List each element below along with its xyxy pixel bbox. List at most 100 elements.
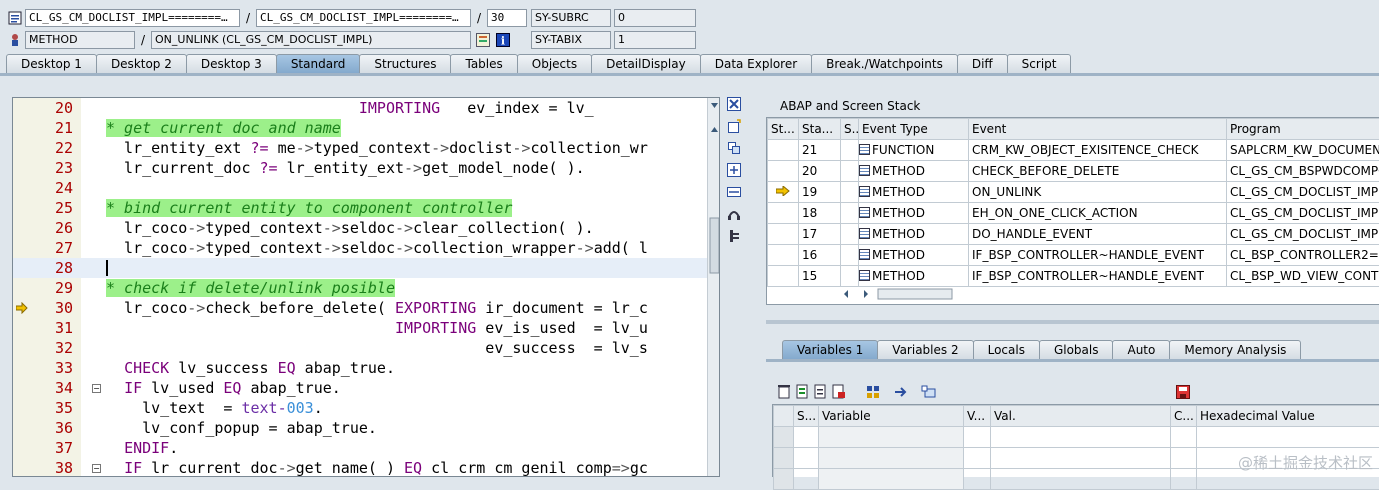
line-number: 25: [33, 198, 73, 218]
stack-row[interactable]: 15METHODIF_BSP_CONTROLLER~HANDLE_EVENTCL…: [768, 266, 1379, 287]
tab-script[interactable]: Script: [1007, 54, 1072, 74]
sysvar-value-field[interactable]: 0: [614, 9, 696, 27]
new-tool-icon[interactable]: [727, 119, 741, 133]
event-kind-field[interactable]: METHOD: [25, 31, 135, 49]
code-line[interactable]: 37 ENDIF.: [13, 438, 707, 458]
row-selector[interactable]: [774, 448, 794, 469]
tab-locals[interactable]: Locals: [973, 340, 1040, 360]
tab-break-watchpoints[interactable]: Break./Watchpoints: [811, 54, 958, 74]
variables-row[interactable]: [774, 427, 1379, 448]
code-line[interactable]: 29* check if delete/unlink posible: [13, 278, 707, 298]
desktop-tabs: Desktop 1Desktop 2Desktop 3StandardStruc…: [6, 54, 1070, 74]
stack-event-cell: CRM_KW_OBJECT_EXISITENCE_CHECK: [969, 140, 1227, 161]
stack-column-header[interactable]: Program: [1227, 119, 1379, 140]
maximize-icon[interactable]: [727, 163, 741, 177]
code-line[interactable]: 22 lr_entity_ext ?= me->typed_context->d…: [13, 138, 707, 158]
tab-variables-1[interactable]: Variables 1: [782, 340, 878, 360]
settings-icon[interactable]: [727, 229, 741, 243]
code-line[interactable]: 26 lr_coco->typed_context->seldoc->clear…: [13, 218, 707, 238]
variables-cell: [794, 448, 819, 469]
tab-data-explorer[interactable]: Data Explorer: [700, 54, 812, 74]
navigate-source-icon[interactable]: [476, 33, 490, 47]
event-name-field[interactable]: ON_UNLINK (CL_GS_CM_DOCLIST_IMPL): [151, 31, 471, 49]
source-code-editor[interactable]: 20 IMPORTING ev_index = lv_21* get curre…: [12, 97, 720, 477]
splitter[interactable]: [766, 320, 1379, 324]
row-selector[interactable]: [774, 427, 794, 448]
stack-column-header[interactable]: S...: [841, 119, 859, 140]
close-icon[interactable]: [727, 97, 741, 111]
stack-row[interactable]: 18METHODEH_ON_ONE_CLICK_ACTIONCL_GS_CM_D…: [768, 203, 1379, 224]
tab-tables[interactable]: Tables: [450, 54, 517, 74]
code-line[interactable]: 38 IF lr_current_doc->get_name( ) EQ cl_…: [13, 458, 707, 477]
line-number-field[interactable]: 30: [487, 9, 527, 27]
stack-row[interactable]: 21FUNCTIONCRM_KW_OBJECT_EXISITENCE_CHECK…: [768, 140, 1379, 161]
stack-column-header[interactable]: Event: [969, 119, 1227, 140]
sysvar-value-field[interactable]: 1: [614, 31, 696, 49]
tab-desktop-2[interactable]: Desktop 2: [96, 54, 187, 74]
stack-level-cell: 20: [799, 161, 841, 182]
variables-column-header[interactable]: V...: [964, 406, 991, 427]
variables-column-header[interactable]: Val.: [991, 406, 1171, 427]
tab-objects[interactable]: Objects: [517, 54, 592, 74]
fold-toggle-icon[interactable]: −: [92, 384, 101, 393]
watermark: @稀土掘金技术社区: [1238, 452, 1373, 473]
code-line[interactable]: 34 IF lv_used EQ abap_true.−: [13, 378, 707, 398]
variables-column-header[interactable]: Variable: [819, 406, 964, 427]
sysvar-name-field[interactable]: SY-TABIX: [531, 31, 611, 49]
stack-horizontal-scrollbar[interactable]: [842, 286, 972, 302]
services-icon[interactable]: [727, 207, 741, 221]
tab-desktop-3[interactable]: Desktop 3: [186, 54, 277, 74]
event-type-icon: [859, 165, 870, 176]
tab-auto[interactable]: Auto: [1112, 340, 1170, 360]
code-line[interactable]: 31 IMPORTING ev_is_used = lv_u: [13, 318, 707, 338]
main-program-field[interactable]: CL_GS_CM_DOCLIST_IMPL========…: [25, 9, 240, 27]
code-line[interactable]: 28: [13, 258, 707, 278]
fold-toggle-icon[interactable]: −: [92, 464, 101, 473]
stack-row[interactable]: 17METHODDO_HANDLE_EVENTCL_GS_CM_DOCLIST_…: [768, 224, 1379, 245]
save-icon[interactable]: [1176, 385, 1190, 399]
stack-row[interactable]: 20METHODCHECK_BEFORE_DELETECL_GS_CM_BSPW…: [768, 161, 1379, 182]
row-selector[interactable]: [774, 469, 794, 490]
stack-row[interactable]: 19METHODON_UNLINKCL_GS_CM_DOCLIST_IMPL=: [768, 182, 1379, 203]
info-icon[interactable]: i: [496, 33, 510, 47]
stack-column-header[interactable]: St...: [768, 119, 799, 140]
stack-column-header[interactable]: Sta...: [799, 119, 841, 140]
swap-tool-icon[interactable]: [727, 141, 741, 155]
code-line[interactable]: 27 lr_coco->typed_context->seldoc->colle…: [13, 238, 707, 258]
editor-vertical-scrollbar[interactable]: [707, 98, 720, 476]
variables-cell[interactable]: [819, 427, 964, 448]
tab-globals[interactable]: Globals: [1039, 340, 1114, 360]
line-number: 26: [33, 218, 73, 238]
code-line[interactable]: 23 lr_current_doc ?= lr_entity_ext->get_…: [13, 158, 707, 178]
code-line[interactable]: 36 lv_conf_popup = abap_true.: [13, 418, 707, 438]
code-line[interactable]: 24: [13, 178, 707, 198]
include-field[interactable]: CL_GS_CM_DOCLIST_IMPL========…: [256, 9, 471, 27]
stack-row[interactable]: 16METHODIF_BSP_CONTROLLER~HANDLE_EVENTCL…: [768, 245, 1379, 266]
code-text: IMPORTING ev_index = lv_: [106, 98, 594, 118]
code-line[interactable]: 33 CHECK lv_success EQ abap_true.: [13, 358, 707, 378]
tab-detaildisplay[interactable]: DetailDisplay: [591, 54, 701, 74]
code-line[interactable]: 32 ev_success = lv_s: [13, 338, 707, 358]
code-line[interactable]: 35 lv_text = text-003.: [13, 398, 707, 418]
variables-cell[interactable]: [819, 448, 964, 469]
code-line[interactable]: 21* get current doc and name: [13, 118, 707, 138]
variables-cell[interactable]: [819, 469, 964, 490]
variables-column-header[interactable]: Hexadecimal Value: [1197, 406, 1379, 427]
variables-column-header[interactable]: C...: [1171, 406, 1197, 427]
resize-icon[interactable]: [727, 185, 741, 199]
code-line[interactable]: 25* bind current entity to component con…: [13, 198, 707, 218]
tab-structures[interactable]: Structures: [359, 54, 451, 74]
tab-desktop-1[interactable]: Desktop 1: [6, 54, 97, 74]
stack-column-header[interactable]: Event Type: [859, 119, 969, 140]
stack-event-cell: CHECK_BEFORE_DELETE: [969, 161, 1227, 182]
variables-column-header[interactable]: S...: [794, 406, 819, 427]
tab-standard[interactable]: Standard: [276, 54, 361, 74]
sysvar-name-field[interactable]: SY-SUBRC: [531, 9, 611, 27]
code-text: [106, 258, 108, 278]
tab-diff[interactable]: Diff: [957, 54, 1008, 74]
code-line[interactable]: 30 lr_coco->check_before_delete( EXPORTI…: [13, 298, 707, 318]
tab-memory-analysis[interactable]: Memory Analysis: [1169, 340, 1301, 360]
tab-variables-2[interactable]: Variables 2: [877, 340, 973, 360]
code-line[interactable]: 20 IMPORTING ev_index = lv_: [13, 98, 707, 118]
code-text: ev_success = lv_s: [106, 338, 648, 358]
